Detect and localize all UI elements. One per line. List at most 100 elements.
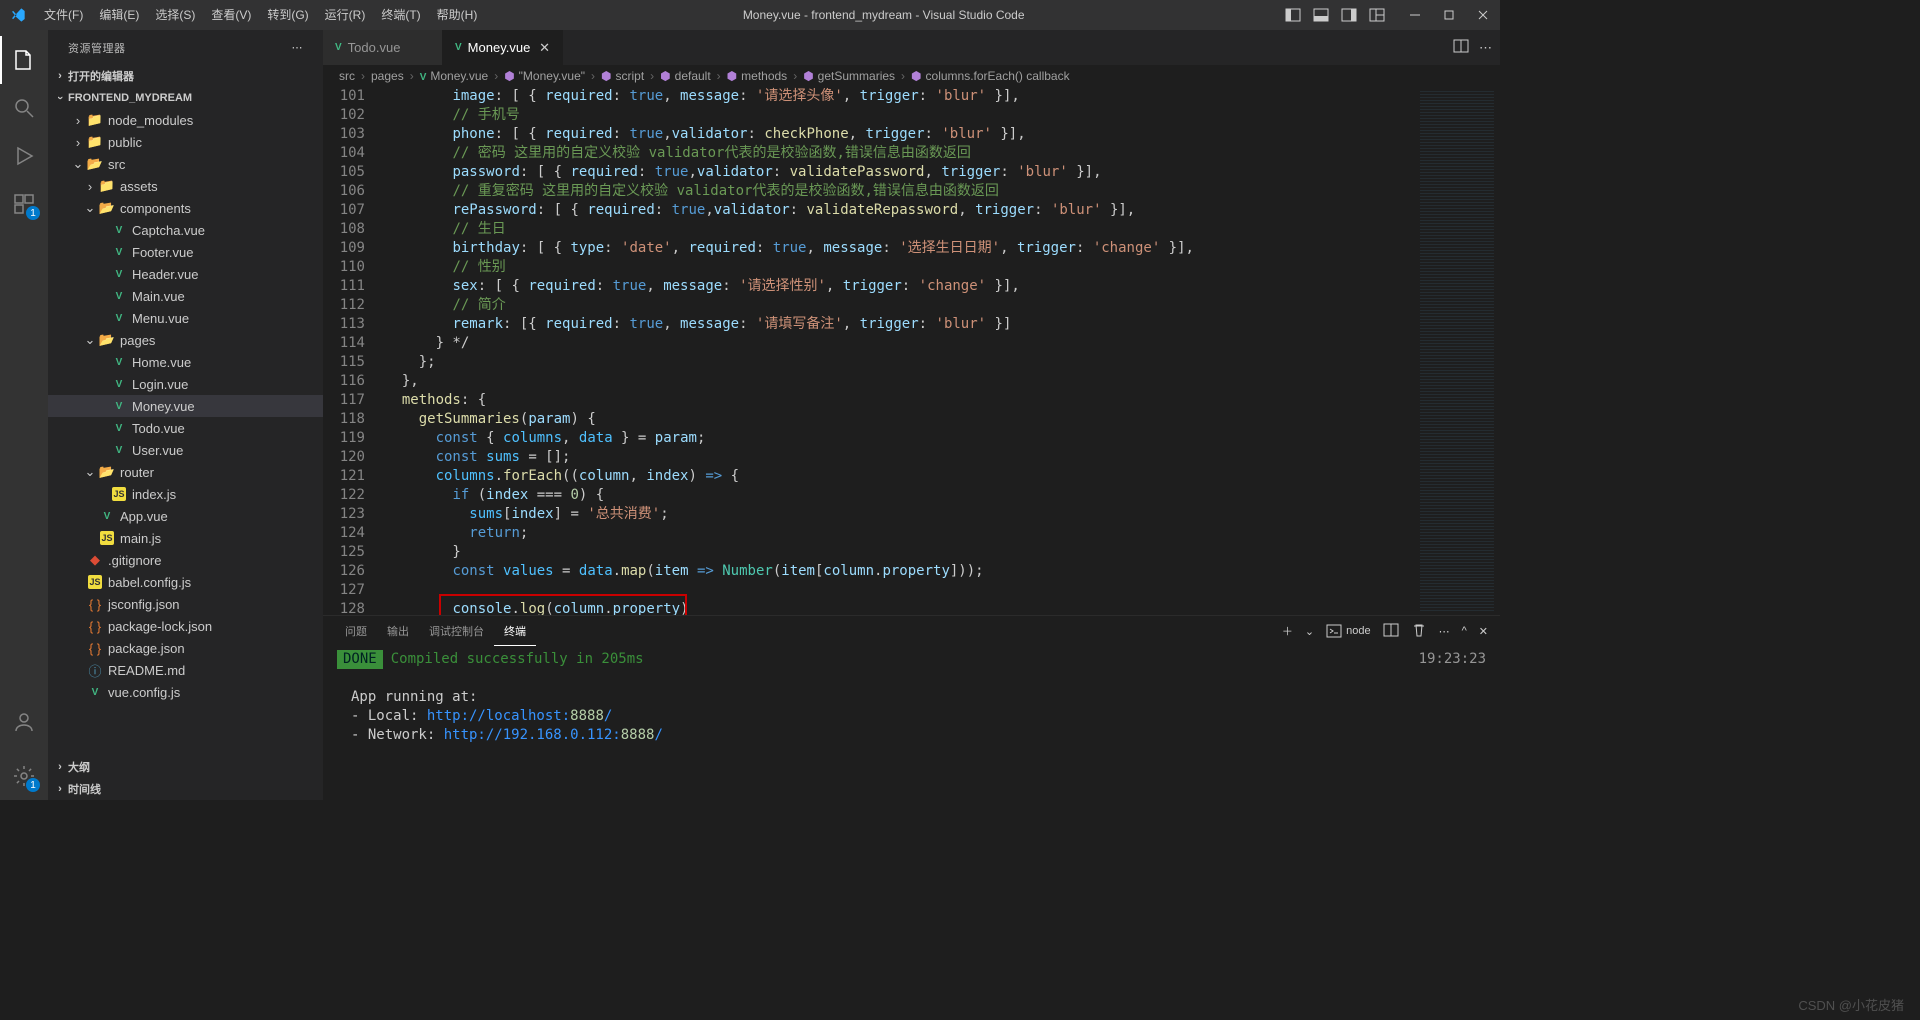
menu-item[interactable]: 转到(G) — [259, 0, 316, 30]
breadcrumbs[interactable]: src›pages›VMoney.vue›⬢"Money.vue"›⬢scrip… — [323, 65, 1500, 87]
minimap[interactable] — [1414, 87, 1500, 615]
tree-row[interactable]: VMain.vue — [48, 285, 323, 307]
breadcrumb-item[interactable]: ⬢"Money.vue" — [504, 69, 585, 83]
tree-row[interactable]: ⌄📂components — [48, 197, 323, 219]
terminal-dropdown-icon[interactable]: ⌄ — [1305, 625, 1314, 638]
menu-item[interactable]: 编辑(E) — [91, 0, 147, 30]
tree-row[interactable]: VMenu.vue — [48, 307, 323, 329]
panel-tab[interactable]: 终端 — [494, 616, 536, 646]
tree-label: jsconfig.json — [108, 597, 180, 612]
tree-row[interactable]: Vvue.config.js — [48, 681, 323, 703]
layout-custom-icon[interactable] — [1366, 4, 1388, 26]
tree-row[interactable]: { }package.json — [48, 637, 323, 659]
tree-row[interactable]: ⌄📂src — [48, 153, 323, 175]
breadcrumb-item[interactable]: ⬢columns.forEach() callback — [911, 69, 1070, 83]
menu-item[interactable]: 选择(S) — [147, 0, 203, 30]
breadcrumb-item[interactable]: ⬢script — [601, 69, 644, 83]
watermark: CSDN @小花皮猪 — [1798, 995, 1904, 1014]
code-area[interactable]: image: [ { required: true, message: '请选择… — [385, 87, 1414, 615]
tree-row[interactable]: { }jsconfig.json — [48, 593, 323, 615]
accounts-icon[interactable] — [0, 698, 48, 746]
tree-row[interactable]: VUser.vue — [48, 439, 323, 461]
tree-row[interactable]: VHome.vue — [48, 351, 323, 373]
tree-row[interactable]: ›📁assets — [48, 175, 323, 197]
close-tab-icon[interactable]: ✕ — [539, 40, 550, 56]
tree-row[interactable]: VFooter.vue — [48, 241, 323, 263]
menu-item[interactable]: 查看(V) — [203, 0, 259, 30]
breadcrumb-item[interactable]: ⬢getSummaries — [803, 69, 895, 83]
sidebar-more-icon[interactable]: ⋯ — [292, 41, 304, 54]
tree-row[interactable]: VLogin.vue — [48, 373, 323, 395]
tree-row[interactable]: ⌄📂router — [48, 461, 323, 483]
panel-tab[interactable]: 输出 — [377, 616, 419, 646]
menu-item[interactable]: 文件(F) — [36, 0, 91, 30]
outline-section[interactable]: ›大纲 — [48, 756, 323, 778]
tree-row[interactable]: { }package-lock.json — [48, 615, 323, 637]
editor-tab[interactable]: VTodo.vue — [323, 30, 443, 65]
breadcrumb-item[interactable]: src — [339, 69, 355, 83]
layout-panel-left-icon[interactable] — [1282, 4, 1304, 26]
terminal-output[interactable]: DONE Compiled successfully in 205ms 19:2… — [323, 646, 1500, 800]
tree-row[interactable]: JSmain.js — [48, 527, 323, 549]
title-bar: 文件(F)编辑(E)选择(S)查看(V)转到(G)运行(R)终端(T)帮助(H)… — [0, 0, 1500, 30]
window-title: Money.vue - frontend_mydream - Visual St… — [485, 8, 1282, 22]
explorer-icon[interactable] — [0, 36, 48, 84]
maximize-panel-icon[interactable]: ^ — [1462, 625, 1467, 637]
tree-row[interactable]: VCaptcha.vue — [48, 219, 323, 241]
extensions-icon[interactable]: 1 — [0, 180, 48, 228]
tree-row[interactable]: ›📁public — [48, 131, 323, 153]
tree-row[interactable]: VMoney.vue — [48, 395, 323, 417]
tree-row[interactable]: VApp.vue — [48, 505, 323, 527]
maximize-button[interactable] — [1432, 0, 1466, 30]
kill-terminal-icon[interactable] — [1411, 622, 1427, 641]
split-terminal-icon[interactable] — [1383, 622, 1399, 641]
close-button[interactable] — [1466, 0, 1500, 30]
tree-row[interactable]: ⌄📂pages — [48, 329, 323, 351]
tree-row[interactable]: ◆.gitignore — [48, 549, 323, 571]
tree-row[interactable]: ⓘREADME.md — [48, 659, 323, 681]
tree-label: README.md — [108, 663, 185, 678]
minimize-button[interactable] — [1398, 0, 1432, 30]
editor-tab[interactable]: VMoney.vue✕ — [443, 30, 563, 65]
split-editor-icon[interactable] — [1453, 38, 1469, 57]
tree-label: main.js — [120, 531, 161, 546]
new-terminal-icon[interactable]: ＋ — [1282, 623, 1293, 639]
tree-row[interactable]: VTodo.vue — [48, 417, 323, 439]
tree-label: vue.config.js — [108, 685, 180, 700]
done-badge: DONE — [337, 650, 383, 669]
menu-item[interactable]: 帮助(H) — [429, 0, 486, 30]
local-url[interactable]: http://localhost:8888/ — [427, 708, 612, 724]
breadcrumb-item[interactable]: ⬢methods — [727, 69, 788, 83]
network-url[interactable]: http://192.168.0.112:8888/ — [444, 727, 663, 743]
line-gutter: 1011021031041051061071081091101111121131… — [323, 87, 385, 615]
layout-panel-right-icon[interactable] — [1338, 4, 1360, 26]
breadcrumb-item[interactable]: ⬢default — [660, 69, 711, 83]
close-panel-icon[interactable]: ✕ — [1479, 625, 1488, 638]
panel-tab[interactable]: 问题 — [335, 616, 377, 646]
menu-bar: 文件(F)编辑(E)选择(S)查看(V)转到(G)运行(R)终端(T)帮助(H) — [36, 0, 485, 30]
open-editors-section[interactable]: ›打开的编辑器 — [48, 65, 323, 87]
tree-row[interactable]: JSbabel.config.js — [48, 571, 323, 593]
tree-label: node_modules — [108, 113, 193, 128]
breadcrumb-item[interactable]: pages — [371, 69, 404, 83]
timeline-section[interactable]: ›时间线 — [48, 778, 323, 800]
panel-tab[interactable]: 调试控制台 — [419, 616, 494, 646]
panel-tabs: 问题输出调试控制台终端 ＋ ⌄ node ⋯ ^ ✕ — [323, 616, 1500, 646]
tree-label: Footer.vue — [132, 245, 193, 260]
menu-item[interactable]: 运行(R) — [317, 0, 374, 30]
menu-item[interactable]: 终端(T) — [373, 0, 428, 30]
tree-row[interactable]: VHeader.vue — [48, 263, 323, 285]
project-section[interactable]: ›FRONTEND_MYDREAM — [48, 87, 323, 109]
terminal-profile[interactable]: node — [1326, 623, 1370, 639]
tab-more-icon[interactable]: ⋯ — [1479, 40, 1492, 56]
tree-label: Money.vue — [132, 399, 195, 414]
search-icon[interactable] — [0, 84, 48, 132]
tree-row[interactable]: JSindex.js — [48, 483, 323, 505]
breadcrumb-item[interactable]: VMoney.vue — [420, 69, 488, 83]
run-debug-icon[interactable] — [0, 132, 48, 180]
sidebar-title: 资源管理器 — [68, 40, 126, 56]
settings-gear-icon[interactable]: 1 — [0, 752, 48, 800]
panel-more-icon[interactable]: ⋯ — [1439, 625, 1450, 638]
tree-row[interactable]: ›📁node_modules — [48, 109, 323, 131]
layout-panel-bottom-icon[interactable] — [1310, 4, 1332, 26]
